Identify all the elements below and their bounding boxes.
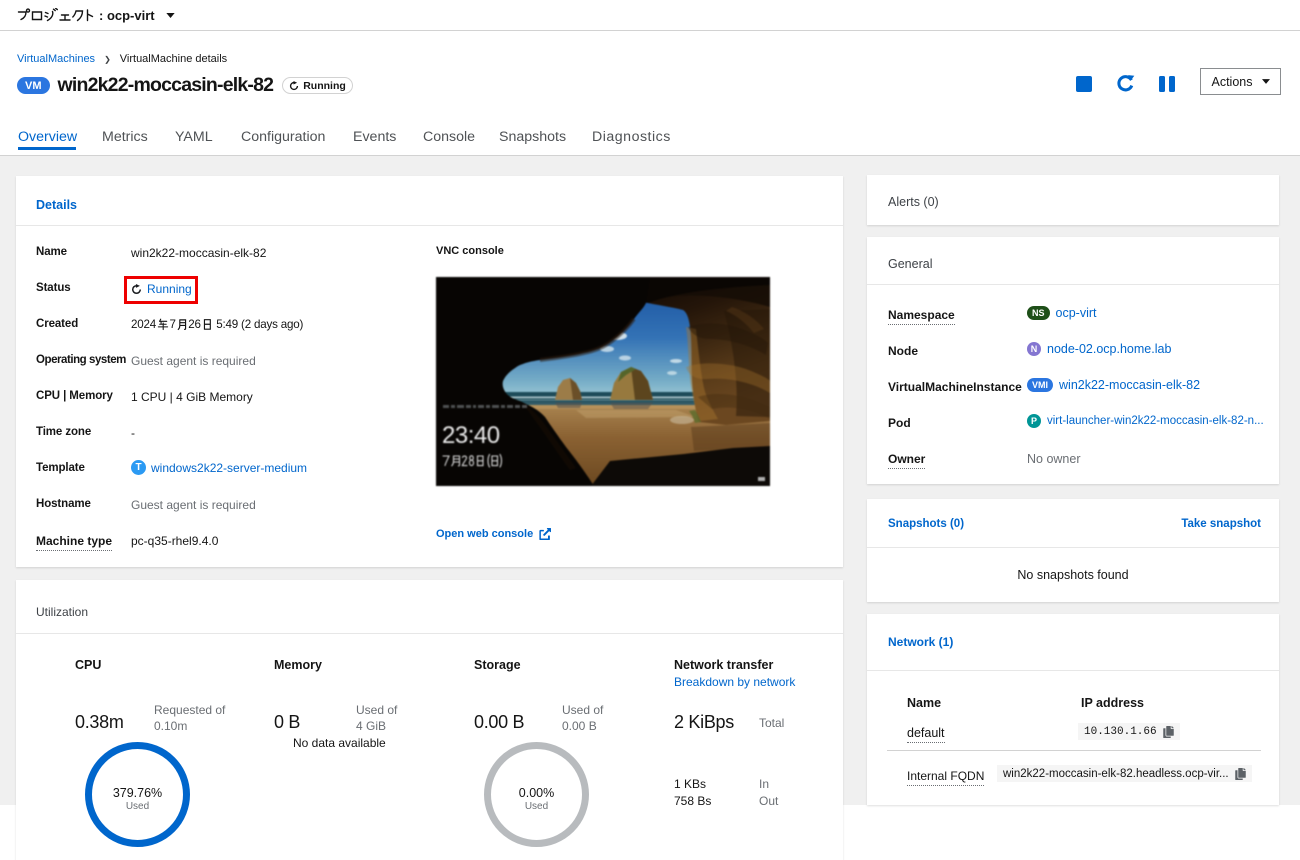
svg-text:0.00%: 0.00% [519, 786, 554, 800]
svg-text:379.76%: 379.76% [113, 786, 162, 800]
svg-text:Used: Used [525, 801, 548, 812]
svg-text:23:40: 23:40 [442, 422, 500, 449]
svg-text:Used: Used [126, 801, 149, 812]
